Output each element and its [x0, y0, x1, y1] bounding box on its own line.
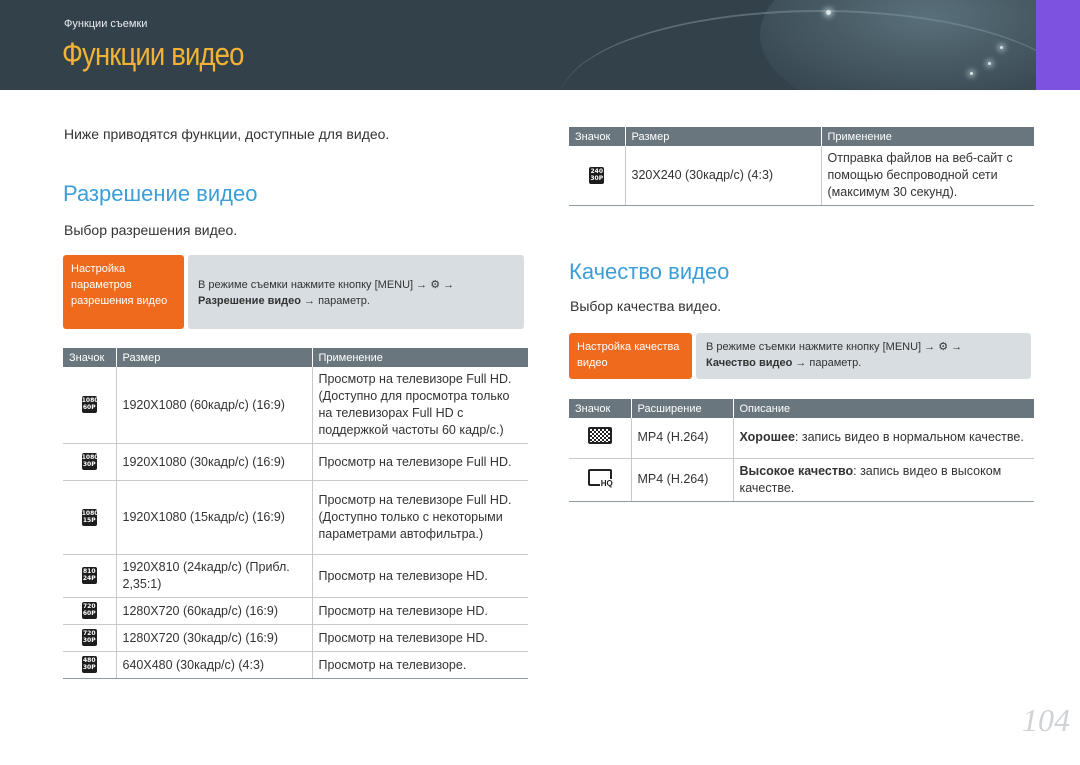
table-row: 720 30P 1280X720 (30кадр/с) (16:9) Просмотр… [63, 624, 528, 652]
table-row: 810 24P 1920X810 (24кадр/с) (Прибл. 2,35:1… [63, 554, 528, 598]
step-instructions: В режиме съемки нажмите кнопку [MENU] → … [188, 255, 524, 329]
size-cell: 1280X720 (60кадр/с) (16:9) [115, 597, 312, 625]
size-cell: 320X240 (30кадр/с) (4:3) [624, 146, 821, 206]
resolution-table-continued: Значок Размер Применение 240 30P 320X240 (… [569, 127, 1034, 206]
usage-cell: Просмотр на телевизоре HD. [311, 554, 528, 598]
sparkle [988, 62, 991, 65]
icon-cell: 1080 15P [63, 480, 116, 555]
step-tail: → параметр. [300, 295, 370, 307]
usage-cell: Просмотр на телевизоре HD. [311, 597, 528, 625]
col-description: Описание [732, 399, 1034, 418]
icon-cell: 480 30P [63, 651, 116, 679]
col-icon: Значок [569, 399, 631, 418]
col-size: Размер [115, 348, 312, 367]
size-cell: 1920X1080 (15кадр/с) (16:9) [115, 480, 312, 555]
table-row: 1080 15P 1920X1080 (15кадр/с) (16:9) Просмо… [63, 480, 528, 555]
icon-cell: 810 24P [63, 554, 116, 598]
usage-cell: Просмотр на телевизоре Full HD. (Доступн… [311, 367, 528, 444]
icon-cell: 1080 30P [63, 443, 116, 481]
col-icon: Значок [63, 348, 116, 367]
icon-cell: 240 30P [569, 146, 625, 206]
size-cell: 1920X810 (24кадр/с) (Прибл. 2,35:1) [115, 554, 312, 598]
resolution-720-30p-icon: 720 30P [81, 629, 97, 646]
banner-glow [760, 0, 1036, 90]
size-cell: 640X480 (30кадр/с) (4:3) [115, 651, 312, 679]
table-row: 240 30P 320X240 (30кадр/с) (4:3) Отправка ф… [569, 146, 1034, 206]
table-row: 1080 30P 1920X1080 (30кадр/с) (16:9) Просмо… [63, 443, 528, 481]
icon-cell: 720 60P [63, 597, 116, 625]
quality-name: Хорошее [739, 430, 795, 445]
col-usage: Применение [820, 127, 1034, 146]
high-quality-icon: HQ [587, 468, 614, 488]
size-cell: 1920X1080 (60кадр/с) (16:9) [115, 367, 312, 444]
description-cell: Хорошее: запись видео в нормальном качес… [732, 418, 1034, 459]
usage-cell: Просмотр на телевизоре Full HD. [311, 443, 528, 481]
resolution-480-30p-icon: 480 30P [81, 656, 97, 673]
usage-cell: Просмотр на телевизоре Full HD. (Доступн… [311, 480, 528, 555]
extension-cell: MP4 (H.264) [630, 418, 733, 459]
icon-cell: 720 30P [63, 624, 116, 652]
usage-cell: Отправка файлов на веб-сайт с помощью бе… [820, 146, 1034, 206]
icon-cell: 1080 60P [63, 367, 116, 444]
description-cell: Высокое качество: запись видео в высоком… [732, 458, 1034, 502]
breadcrumb[interactable]: Функции съемки [64, 18, 147, 30]
resolution-heading: Разрешение видео [63, 181, 258, 206]
resolution-1080-60p-icon: 1080 60P [81, 396, 99, 413]
step-line-2: Разрешение видео → параметр. [198, 293, 514, 309]
sparkle [826, 10, 831, 15]
chapter-tab[interactable] [1036, 0, 1080, 90]
step-label: Настройка качества видео [569, 333, 692, 379]
quality-heading: Качество видео [569, 259, 730, 284]
sparkle [970, 72, 973, 75]
icon-cell: HQ [569, 458, 631, 502]
table-row: MP4 (H.264) Хорошее: запись видео в норма… [569, 418, 1034, 459]
quality-table: Значок Расширение Описание MP4 (H.264) Хо… [569, 399, 1034, 502]
col-size: Размер [624, 127, 821, 146]
quality-name: Высокое качество [739, 463, 854, 478]
table-row: 1080 60P 1920X1080 (60кадр/с) (16:9) Просмо… [63, 367, 528, 444]
usage-cell: Просмотр на телевизоре. [311, 651, 528, 679]
table-row: 480 30P 640X480 (30кадр/с) (4:3) Просмотр н… [63, 651, 528, 679]
icon-cell [569, 418, 631, 459]
step-line: В режиме съемки нажмите кнопку [MENU] → … [706, 341, 963, 353]
resolution-subtitle: Выбор разрешения видео. [64, 222, 238, 238]
step-line-2: Качество видео → параметр. [706, 355, 1021, 371]
resolution-720-60p-icon: 720 60P [81, 602, 97, 619]
resolution-1080-30p-icon: 1080 30P [81, 453, 99, 470]
resolution-240-30p-icon: 240 30P [589, 166, 605, 184]
setting-name: Качество видео [706, 357, 793, 369]
normal-quality-icon [587, 426, 612, 444]
col-icon: Значок [569, 127, 625, 146]
col-usage: Применение [311, 348, 528, 367]
resolution-810-24p-icon: 810 24P [81, 567, 97, 584]
usage-cell: Просмотр на телевизоре HD. [311, 624, 528, 652]
setting-name: Разрешение видео [198, 295, 301, 307]
page-title: Функции видео [62, 36, 244, 72]
quality-subtitle: Выбор качества видео. [570, 298, 722, 314]
col-extension: Расширение [630, 399, 733, 418]
resolution-1080-15p-icon: 1080 15P [81, 508, 99, 526]
resolution-table: Значок Размер Применение 1080 60P 1920X108… [63, 348, 528, 679]
step-tail: → параметр. [792, 357, 862, 369]
step-instructions: В режиме съемки нажмите кнопку [MENU] → … [696, 333, 1031, 379]
table-row: 720 60P 1280X720 (60кадр/с) (16:9) Просмотр… [63, 597, 528, 625]
size-cell: 1280X720 (30кадр/с) (16:9) [115, 624, 312, 652]
quality-description: : запись видео в нормальном качестве. [794, 430, 1024, 445]
page-number: 104 [1022, 702, 1070, 738]
sparkle [1000, 46, 1003, 49]
intro-text: Ниже приводятся функции, доступные для в… [64, 126, 390, 142]
table-row: HQ MP4 (H.264) Высокое качество: запись ви… [569, 458, 1034, 502]
extension-cell: MP4 (H.264) [630, 458, 733, 502]
size-cell: 1920X1080 (30кадр/с) (16:9) [115, 443, 312, 481]
step-label: Настройка параметров разрешения видео [63, 255, 184, 329]
step-line: В режиме съемки нажмите кнопку [MENU] → … [198, 279, 455, 291]
hq-label: HQ [599, 478, 614, 488]
